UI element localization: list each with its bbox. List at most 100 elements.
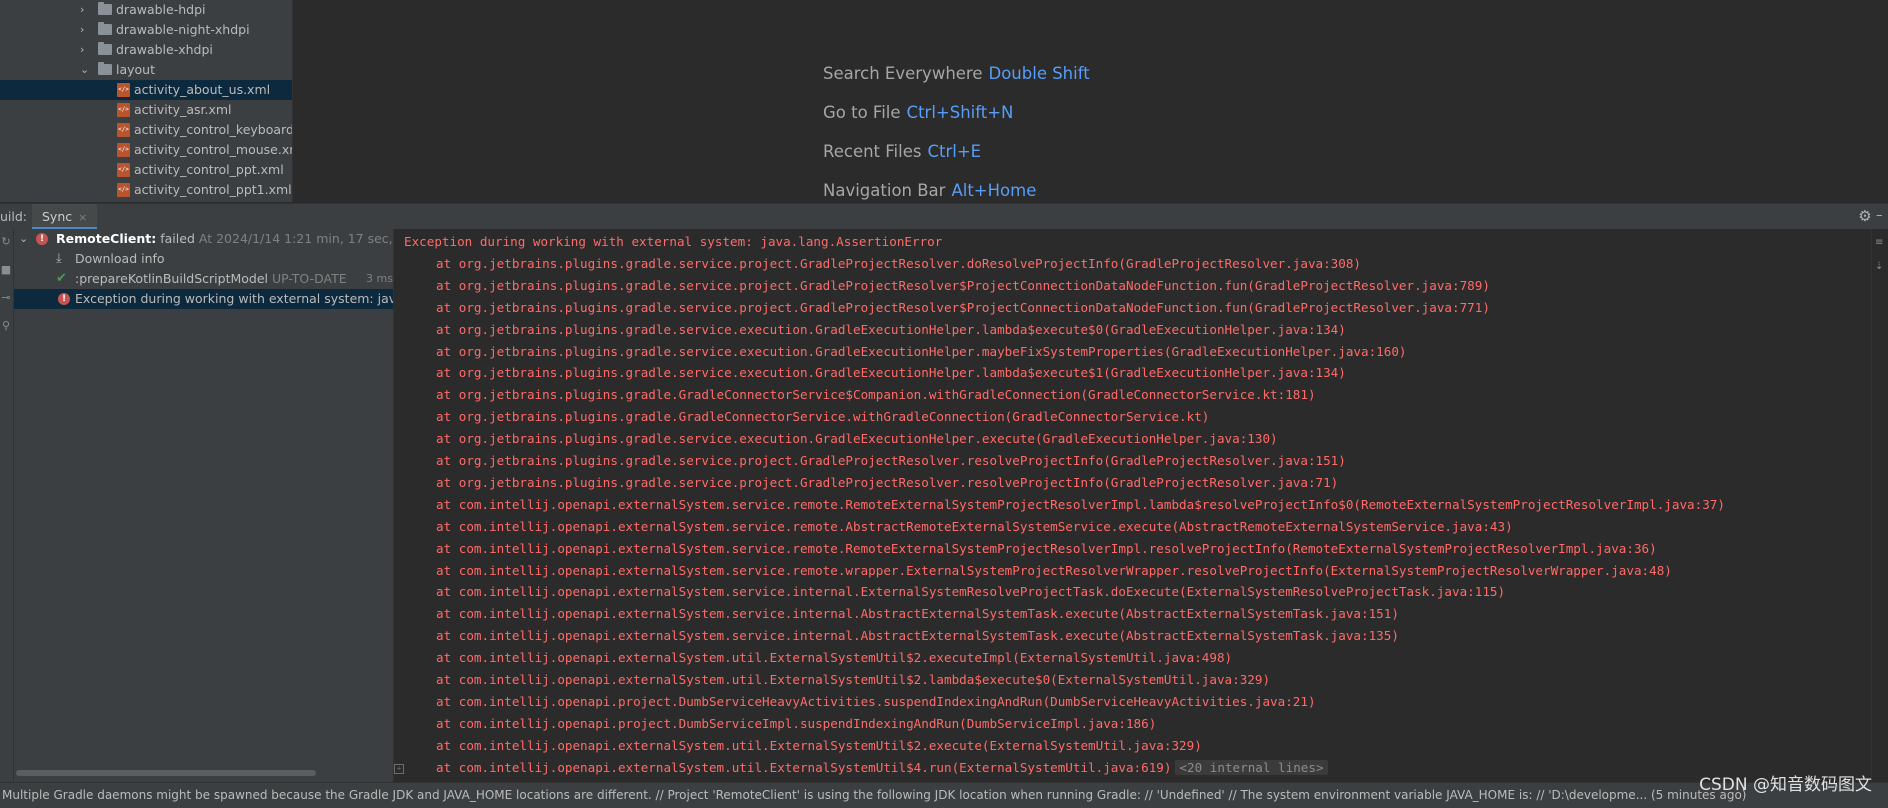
stack-trace-line[interactable]: at org.jetbrains.plugins.gradle.GradleCo… [436, 385, 1316, 405]
scroll-to-end-icon[interactable]: ⇣ [1875, 261, 1885, 273]
expand-fold-icon[interactable]: + [394, 763, 404, 774]
stack-trace-line[interactable]: at org.jetbrains.plugins.gradle.service.… [436, 429, 1278, 449]
status-message[interactable]: Multiple Gradle daemons might be spawned… [2, 783, 1746, 807]
stack-trace-line[interactable]: at com.intellij.openapi.project.DumbServ… [436, 714, 1156, 734]
chevron-right-icon[interactable]: › [80, 0, 90, 20]
build-node-label: Exception during working with external s… [75, 291, 394, 306]
stack-trace-text: at org.jetbrains.plugins.gradle.service.… [436, 365, 1346, 381]
stack-trace-text: at com.intellij.openapi.externalSystem.u… [436, 737, 1202, 753]
stack-trace-text: at com.intellij.openapi.externalSystem.s… [436, 496, 1725, 512]
stack-trace-text: at com.intellij.openapi.externalSystem.s… [436, 584, 1506, 600]
stack-trace-text: at com.intellij.openapi.project.DumbServ… [436, 693, 1316, 709]
chevron-down-icon[interactable]: ⌄ [80, 60, 90, 80]
build-node-duration: 3 ms [366, 272, 393, 285]
chevron-right-icon[interactable]: › [80, 20, 90, 40]
pin-icon[interactable]: ⊸ [0, 291, 12, 305]
stack-trace-text: at org.jetbrains.plugins.gradle.service.… [436, 474, 1339, 490]
tree-file-item[interactable]: </> activity_control_ppt.xml [0, 160, 292, 180]
build-root-name: RemoteClient: [56, 231, 157, 246]
stack-trace-text: at org.jetbrains.plugins.gradle.service.… [436, 343, 1407, 359]
tree-item-label: drawable-night-xhdpi [116, 22, 250, 37]
build-node-label: Download info [75, 251, 165, 266]
stack-trace-line[interactable]: at com.intellij.openapi.externalSystem.u… [436, 670, 1270, 690]
stack-trace-text: at com.intellij.openapi.externalSystem.s… [436, 540, 1657, 556]
stack-trace-line[interactable]: at com.intellij.openapi.externalSystem.s… [436, 539, 1657, 559]
tree-item-label: activity_asr.xml [134, 102, 232, 117]
rerun-icon[interactable]: ↻ [0, 235, 12, 249]
stack-trace-text: at org.jetbrains.plugins.gradle.service.… [436, 277, 1490, 293]
editor-hint-label: Navigation Bar [823, 181, 946, 200]
soft-wrap-icon[interactable]: ≡ [1875, 237, 1885, 249]
stack-trace-line[interactable]: at org.jetbrains.plugins.gradle.service.… [436, 451, 1346, 471]
stack-trace-line[interactable]: at com.intellij.openapi.externalSystem.u… [436, 648, 1232, 668]
horizontal-scrollbar[interactable] [16, 770, 316, 776]
editor-hint-shortcut: Ctrl+Shift+N [906, 103, 1014, 122]
console-output[interactable]: Exception during working with external s… [394, 229, 1870, 782]
stack-trace-line[interactable]: at org.jetbrains.plugins.gradle.GradleCo… [436, 407, 1209, 427]
tree-file-item[interactable]: </> activity_control_ppt1.xml [0, 180, 292, 200]
stack-trace-text: at org.jetbrains.plugins.gradle.service.… [436, 453, 1346, 468]
tree-folder-item[interactable]: › drawable-xhdpi [0, 40, 292, 60]
filter-icon[interactable]: ⚲ [0, 319, 12, 333]
stack-trace-text: at org.jetbrains.plugins.gradle.service.… [436, 431, 1278, 447]
stack-trace-line[interactable]: at org.jetbrains.plugins.gradle.service.… [436, 342, 1407, 362]
stack-trace-text: at org.jetbrains.plugins.gradle.service.… [436, 299, 1490, 315]
stack-trace-line[interactable]: at org.jetbrains.plugins.gradle.service.… [436, 363, 1346, 383]
tree-file-item[interactable]: </> activity_control_keyboard.xr [0, 120, 292, 140]
tree-folder-item[interactable]: › drawable-hdpi [0, 0, 292, 20]
stack-trace-line[interactable]: at com.intellij.openapi.externalSystem.u… [436, 736, 1202, 756]
build-node-prepare-kotlin[interactable]: ✔ :prepareKotlinBuildScriptModel UP-TO-D… [14, 269, 393, 289]
folder-icon [98, 42, 112, 55]
tree-item-label: activity_control_ppt.xml [134, 162, 284, 177]
stack-trace-line[interactable]: at com.intellij.openapi.externalSystem.u… [436, 758, 1328, 778]
tree-item-label: activity_control_keyboard.xr [134, 122, 293, 137]
folder-icon [98, 2, 112, 15]
stop-icon[interactable]: ■ [0, 263, 12, 277]
internal-lines-fold[interactable]: <20 internal lines> [1175, 759, 1328, 775]
stack-trace-line[interactable]: at org.jetbrains.plugins.gradle.service.… [436, 473, 1338, 493]
stack-trace-line[interactable]: at org.jetbrains.plugins.gradle.service.… [436, 320, 1346, 340]
xml-file-icon: </> [117, 163, 130, 177]
stack-trace-line[interactable]: at org.jetbrains.plugins.gradle.service.… [436, 298, 1490, 318]
tree-item-label: layout [116, 62, 156, 77]
watermark: CSDN @知音数码图文 [1699, 775, 1872, 795]
build-node-label: :prepareKotlinBuildScriptModel [75, 271, 269, 286]
stack-trace-line[interactable]: at com.intellij.openapi.externalSystem.s… [436, 517, 1513, 537]
stack-trace-line[interactable]: at com.intellij.openapi.externalSystem.s… [436, 582, 1505, 602]
xml-file-icon: </> [117, 103, 130, 117]
stack-trace-text: at com.intellij.openapi.externalSystem.s… [436, 562, 1672, 578]
tree-item-label: activity_about_us.xml [134, 82, 271, 97]
stack-trace-line[interactable]: at org.jetbrains.plugins.gradle.service.… [436, 254, 1361, 274]
tree-item-label: drawable-xhdpi [116, 42, 213, 57]
stack-trace-text: at com.intellij.openapi.externalSystem.s… [436, 628, 1399, 644]
chevron-right-icon[interactable]: › [80, 40, 90, 60]
xml-file-icon: </> [117, 123, 130, 137]
tree-folder-item[interactable]: ⌄ layout [0, 60, 292, 80]
download-icon: ⤓ [56, 251, 62, 266]
tree-file-item[interactable]: </> activity_control_mouse.xml [0, 140, 292, 160]
tree-file-item[interactable]: </> activity_about_us.xml [0, 80, 292, 100]
stack-trace-text: at com.intellij.openapi.externalSystem.u… [436, 650, 1233, 666]
tab-sync[interactable]: Sync × [32, 204, 98, 229]
folder-icon [98, 22, 112, 35]
close-icon[interactable]: × [78, 211, 87, 224]
tree-item-label: activity_control_ppt1.xml [134, 182, 292, 197]
editor-hint-shortcut: Alt+Home [951, 181, 1037, 200]
stack-trace-line[interactable]: at com.intellij.openapi.externalSystem.s… [436, 626, 1399, 646]
build-node-download-info[interactable]: ⤓ Download info [14, 249, 393, 269]
minimize-icon[interactable]: – [1876, 207, 1888, 225]
build-node-exception[interactable]: ! Exception during working with external… [14, 289, 393, 309]
stack-trace-text: at org.jetbrains.plugins.gradle.service.… [436, 321, 1346, 337]
stack-trace-line[interactable]: at com.intellij.openapi.project.DumbServ… [436, 692, 1316, 712]
chevron-down-icon[interactable]: ⌄ [19, 229, 28, 249]
tree-folder-item[interactable]: › drawable-night-xhdpi [0, 20, 292, 40]
tree-file-item[interactable]: </> activity_asr.xml [0, 100, 292, 120]
gear-icon[interactable]: ⚙ [1856, 207, 1874, 225]
stack-trace-text: at com.intellij.openapi.project.DumbServ… [436, 715, 1157, 731]
build-root-node[interactable]: ⌄ ! RemoteClient: failed At 2024/1/14 1:… [14, 229, 393, 249]
stack-trace-line[interactable]: at com.intellij.openapi.externalSystem.s… [436, 495, 1725, 515]
tab-sync-label: Sync [42, 209, 73, 224]
stack-trace-line[interactable]: at com.intellij.openapi.externalSystem.s… [436, 561, 1672, 581]
stack-trace-line[interactable]: at com.intellij.openapi.externalSystem.s… [436, 604, 1399, 624]
stack-trace-line[interactable]: at org.jetbrains.plugins.gradle.service.… [436, 276, 1490, 296]
